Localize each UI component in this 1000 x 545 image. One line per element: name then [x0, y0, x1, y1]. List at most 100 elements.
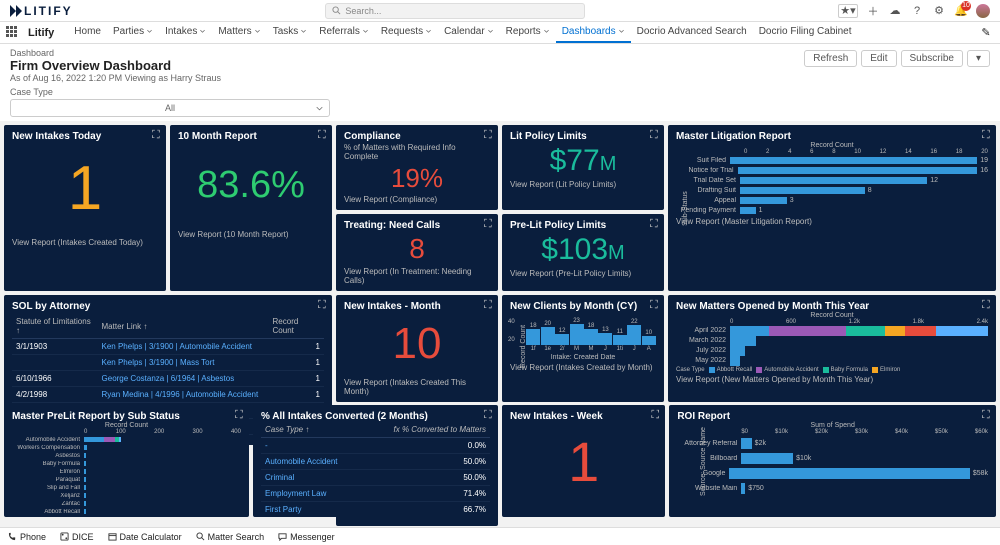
- card-title: New Matters Opened by Month This Year: [676, 301, 988, 312]
- breadcrumb: Dashboard: [10, 48, 804, 58]
- footer-matter[interactable]: Matter Search: [196, 532, 265, 542]
- bar-row: Slip and Fall: [12, 484, 241, 491]
- refresh-button[interactable]: Refresh: [804, 50, 857, 67]
- footer-dice[interactable]: DICE: [60, 532, 94, 542]
- table-row: 3/1/1903Ken Phelps | 3/1900 | Automobile…: [12, 339, 324, 355]
- expand-icon[interactable]: ⛶: [484, 409, 494, 419]
- expand-icon[interactable]: ⛶: [484, 299, 494, 309]
- nav-parties[interactable]: Parties: [107, 22, 159, 43]
- table-row: 6/10/1966George Costanza | 6/1964 | Asbe…: [12, 371, 324, 387]
- expand-icon[interactable]: ⛶: [650, 299, 660, 309]
- card-title: New Intakes - Week: [510, 411, 657, 422]
- expand-icon[interactable]: ⛶: [235, 409, 245, 419]
- bell-icon[interactable]: 🔔10: [954, 4, 968, 18]
- view-report-link[interactable]: View Report (Intakes Created This Month): [344, 378, 490, 396]
- add-icon[interactable]: ＋: [866, 4, 880, 18]
- footer-messenger[interactable]: Messenger: [278, 532, 335, 542]
- chevron-down-icon: [254, 28, 261, 35]
- favorite-icon[interactable]: ★▾: [838, 4, 858, 18]
- view-report-link[interactable]: View Report (Lit Policy Limits): [510, 180, 656, 189]
- matter-link[interactable]: Ken Phelps | 3/1900 | Automobile Acciden…: [102, 342, 252, 351]
- bar-row: Drafting Suit8: [676, 186, 988, 195]
- expand-icon[interactable]: ⛶: [982, 299, 992, 309]
- expand-icon[interactable]: ⛶: [318, 129, 328, 139]
- bar: 181f: [526, 323, 540, 352]
- nav-matters[interactable]: Matters: [212, 22, 266, 43]
- cloud-icon[interactable]: ☁: [888, 4, 902, 18]
- view-report-link[interactable]: View Report (Intakes Created Today): [12, 238, 158, 247]
- chevron-down-icon: [146, 28, 153, 35]
- expand-icon[interactable]: ⛶: [650, 129, 660, 139]
- matter-link[interactable]: George Costanza | 6/1964 | Asbestos: [102, 374, 235, 383]
- card-subtitle: % of Matters with Required Info Complete: [344, 143, 490, 161]
- search-icon: [196, 532, 205, 541]
- footer-phone[interactable]: Phone: [8, 532, 46, 542]
- help-icon[interactable]: ?: [910, 4, 924, 18]
- bar-row: Automobile Accident: [12, 436, 241, 443]
- expand-icon[interactable]: ⛶: [152, 129, 162, 139]
- nav-calendar[interactable]: Calendar: [438, 22, 500, 43]
- view-report-link[interactable]: View Report (Compliance): [344, 195, 490, 204]
- expand-icon[interactable]: ⛶: [484, 129, 494, 139]
- axis-label: Record Count: [12, 422, 241, 429]
- nav-tasks[interactable]: Tasks: [267, 22, 314, 43]
- case-type-link[interactable]: Criminal: [265, 473, 294, 482]
- nav-dashboards[interactable]: Dashboards: [556, 22, 631, 43]
- nav-home[interactable]: Home: [68, 22, 107, 43]
- view-report-link[interactable]: View Report (In Treatment: Needing Calls…: [344, 267, 490, 285]
- case-type-dropdown[interactable]: All: [10, 99, 330, 117]
- expand-icon[interactable]: ⛶: [982, 129, 992, 139]
- nav-docrio-filing-cabinet[interactable]: Docrio Filing Cabinet: [753, 22, 858, 43]
- col-header[interactable]: Case Type ↑: [261, 422, 364, 438]
- expand-icon[interactable]: ⛶: [318, 299, 328, 309]
- case-type-link[interactable]: Employment Law: [265, 489, 326, 498]
- nav-requests[interactable]: Requests: [375, 22, 438, 43]
- metric-value: 1: [510, 422, 657, 502]
- chevron-down-icon: [487, 28, 494, 35]
- expand-icon[interactable]: ⛶: [484, 218, 494, 228]
- footer-date[interactable]: Date Calculator: [108, 532, 182, 542]
- view-report-link[interactable]: View Report (New Matters Opened by Month…: [676, 375, 988, 384]
- case-type-link[interactable]: -: [265, 441, 268, 450]
- app-launcher-icon[interactable]: [6, 26, 20, 40]
- bar-row: April 2022: [676, 326, 988, 335]
- case-type-link[interactable]: Automobile Accident: [265, 457, 338, 466]
- expand-icon[interactable]: ⛶: [650, 218, 660, 228]
- edit-page-icon[interactable]: ✎: [978, 25, 994, 41]
- nav-referrals[interactable]: Referrals: [313, 22, 375, 43]
- subscribe-button[interactable]: Subscribe: [901, 50, 963, 67]
- table-row: First Party66.7%: [261, 502, 490, 518]
- view-report-link[interactable]: View Report (Master Litigation Report): [676, 217, 988, 226]
- view-report-link[interactable]: View Report (Intakes Created by Month): [510, 363, 656, 372]
- col-header[interactable]: Matter Link ↑: [98, 314, 269, 339]
- card-title: SOL by Attorney: [12, 301, 324, 312]
- bar-row: Pending Payment1: [676, 206, 988, 215]
- metric-value: 8: [344, 231, 490, 265]
- expand-icon[interactable]: ⛶: [651, 409, 661, 419]
- view-report-link[interactable]: View Report (10 Month Report): [178, 230, 324, 239]
- col-header[interactable]: Record Count: [269, 314, 324, 339]
- legend-item: Automobile Accident: [756, 367, 818, 373]
- bar-row: Appeal3: [676, 196, 988, 205]
- nav-docrio-advanced-search[interactable]: Docrio Advanced Search: [631, 22, 753, 43]
- search-input[interactable]: Search...: [325, 3, 585, 19]
- nav-reports[interactable]: Reports: [500, 22, 556, 43]
- avatar[interactable]: [976, 4, 990, 18]
- matter-link[interactable]: Ryan Medina | 4/1996 | Automobile Accide…: [102, 390, 259, 399]
- chevron-down-icon: [316, 105, 323, 112]
- chevron-down-icon: [543, 28, 550, 35]
- bar: 201e: [541, 321, 555, 352]
- metric-value: $103M: [510, 231, 656, 267]
- more-button[interactable]: ▾: [967, 50, 990, 67]
- nav-intakes[interactable]: Intakes: [159, 22, 212, 43]
- page-title: Firm Overview Dashboard: [10, 58, 804, 73]
- col-header[interactable]: fx % Converted to Matters: [364, 422, 490, 438]
- case-type-link[interactable]: First Party: [265, 505, 301, 514]
- matter-link[interactable]: Ken Phelps | 3/1900 | Mass Tort: [102, 358, 215, 367]
- gear-icon[interactable]: ⚙: [932, 4, 946, 18]
- view-report-link[interactable]: View Report (Pre-Lit Policy Limits): [510, 269, 656, 278]
- card-title: New Intakes - Month: [344, 301, 490, 312]
- edit-button[interactable]: Edit: [861, 50, 896, 67]
- expand-icon[interactable]: ⛶: [982, 409, 992, 419]
- col-header[interactable]: Statute of Limitations ↑: [12, 314, 98, 339]
